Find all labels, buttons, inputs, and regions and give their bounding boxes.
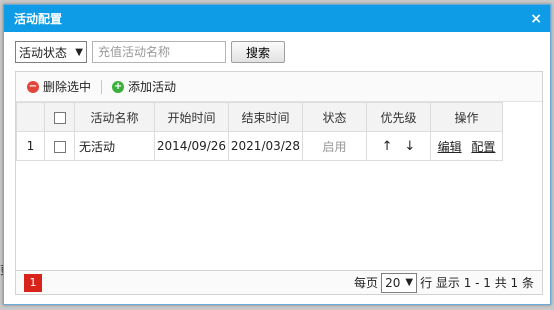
dialog-title: 活动配置: [14, 12, 63, 26]
row-checkbox[interactable]: [53, 140, 66, 153]
row-name: 无活动: [74, 131, 155, 161]
priority-down-icon[interactable]: ↓: [404, 139, 415, 154]
minus-circle-icon: −: [27, 80, 39, 93]
delete-selected-label: 删除选中: [43, 80, 92, 94]
header-name: 活动名称: [74, 102, 155, 132]
select-all-checkbox[interactable]: [53, 111, 66, 124]
page-button-current[interactable]: 1: [24, 273, 42, 292]
row-actions: 编辑 配置: [430, 131, 503, 161]
activity-table: 活动名称 开始时间 结束时间 状态 优先级 操作 1 无活动 2014/09/2…: [16, 102, 503, 161]
row-select: [44, 131, 75, 161]
row-end: 2021/03/28: [228, 131, 303, 161]
chevron-down-icon: ▼: [405, 277, 414, 288]
row-status: 启用: [302, 131, 367, 161]
activity-name-input[interactable]: [92, 41, 226, 63]
header-end: 结束时间: [228, 102, 303, 132]
header-status: 状态: [302, 102, 367, 132]
activity-grid: − 删除选中 + 添加活动 活动名称 开始时间 结束时间 状态 优先级 操作 1…: [15, 71, 543, 295]
row-priority: ↑ ↓: [366, 131, 431, 161]
records-summary: 行 显示 1 - 1 共 1 条: [420, 276, 534, 290]
row-start: 2014/09/26: [154, 131, 229, 161]
header-priority: 优先级: [366, 102, 431, 132]
edit-link[interactable]: 编辑: [438, 140, 462, 154]
table-header-row: 活动名称 开始时间 结束时间 状态 优先级 操作: [16, 102, 503, 132]
header-select-all: [44, 102, 75, 132]
page-size-value: 20: [385, 275, 401, 290]
toolbar-divider: [101, 79, 103, 94]
header-actions: 操作: [430, 102, 503, 132]
priority-up-icon[interactable]: ↑: [382, 139, 393, 154]
table-row: 1 无活动 2014/09/26 2021/03/28 启用 ↑ ↓ 编辑 配置: [16, 131, 503, 161]
activity-config-dialog: 活动配置 × 活动状态 ▼ 搜索 − 删除选中 + 添加活动: [3, 4, 551, 305]
header-index: [16, 102, 45, 132]
add-activity-label: 添加活动: [128, 80, 177, 94]
config-link[interactable]: 配置: [471, 140, 495, 154]
header-start: 开始时间: [154, 102, 229, 132]
plus-circle-icon: +: [112, 80, 125, 93]
grid-toolbar: − 删除选中 + 添加活动: [16, 72, 542, 102]
search-button[interactable]: 搜索: [231, 41, 285, 63]
per-page-label: 每页: [354, 276, 379, 290]
search-bar: 活动状态 ▼ 搜索: [15, 41, 285, 63]
status-select-value: 活动状态: [19, 45, 68, 60]
close-icon[interactable]: ×: [530, 12, 542, 26]
add-activity-button[interactable]: + 添加活动: [112, 78, 176, 95]
chevron-down-icon: ▼: [75, 46, 83, 58]
page-size-select[interactable]: 20 ▼: [381, 272, 418, 293]
delete-selected-button[interactable]: − 删除选中: [27, 78, 91, 95]
pager-summary: 每页 20 ▼ 行 显示 1 - 1 共 1 条: [354, 272, 534, 293]
status-select[interactable]: 活动状态 ▼: [15, 41, 87, 63]
dialog-titlebar: 活动配置 ×: [4, 5, 550, 32]
pagination: 1 每页 20 ▼ 行 显示 1 - 1 共 1 条: [16, 270, 542, 294]
row-index: 1: [16, 131, 45, 161]
